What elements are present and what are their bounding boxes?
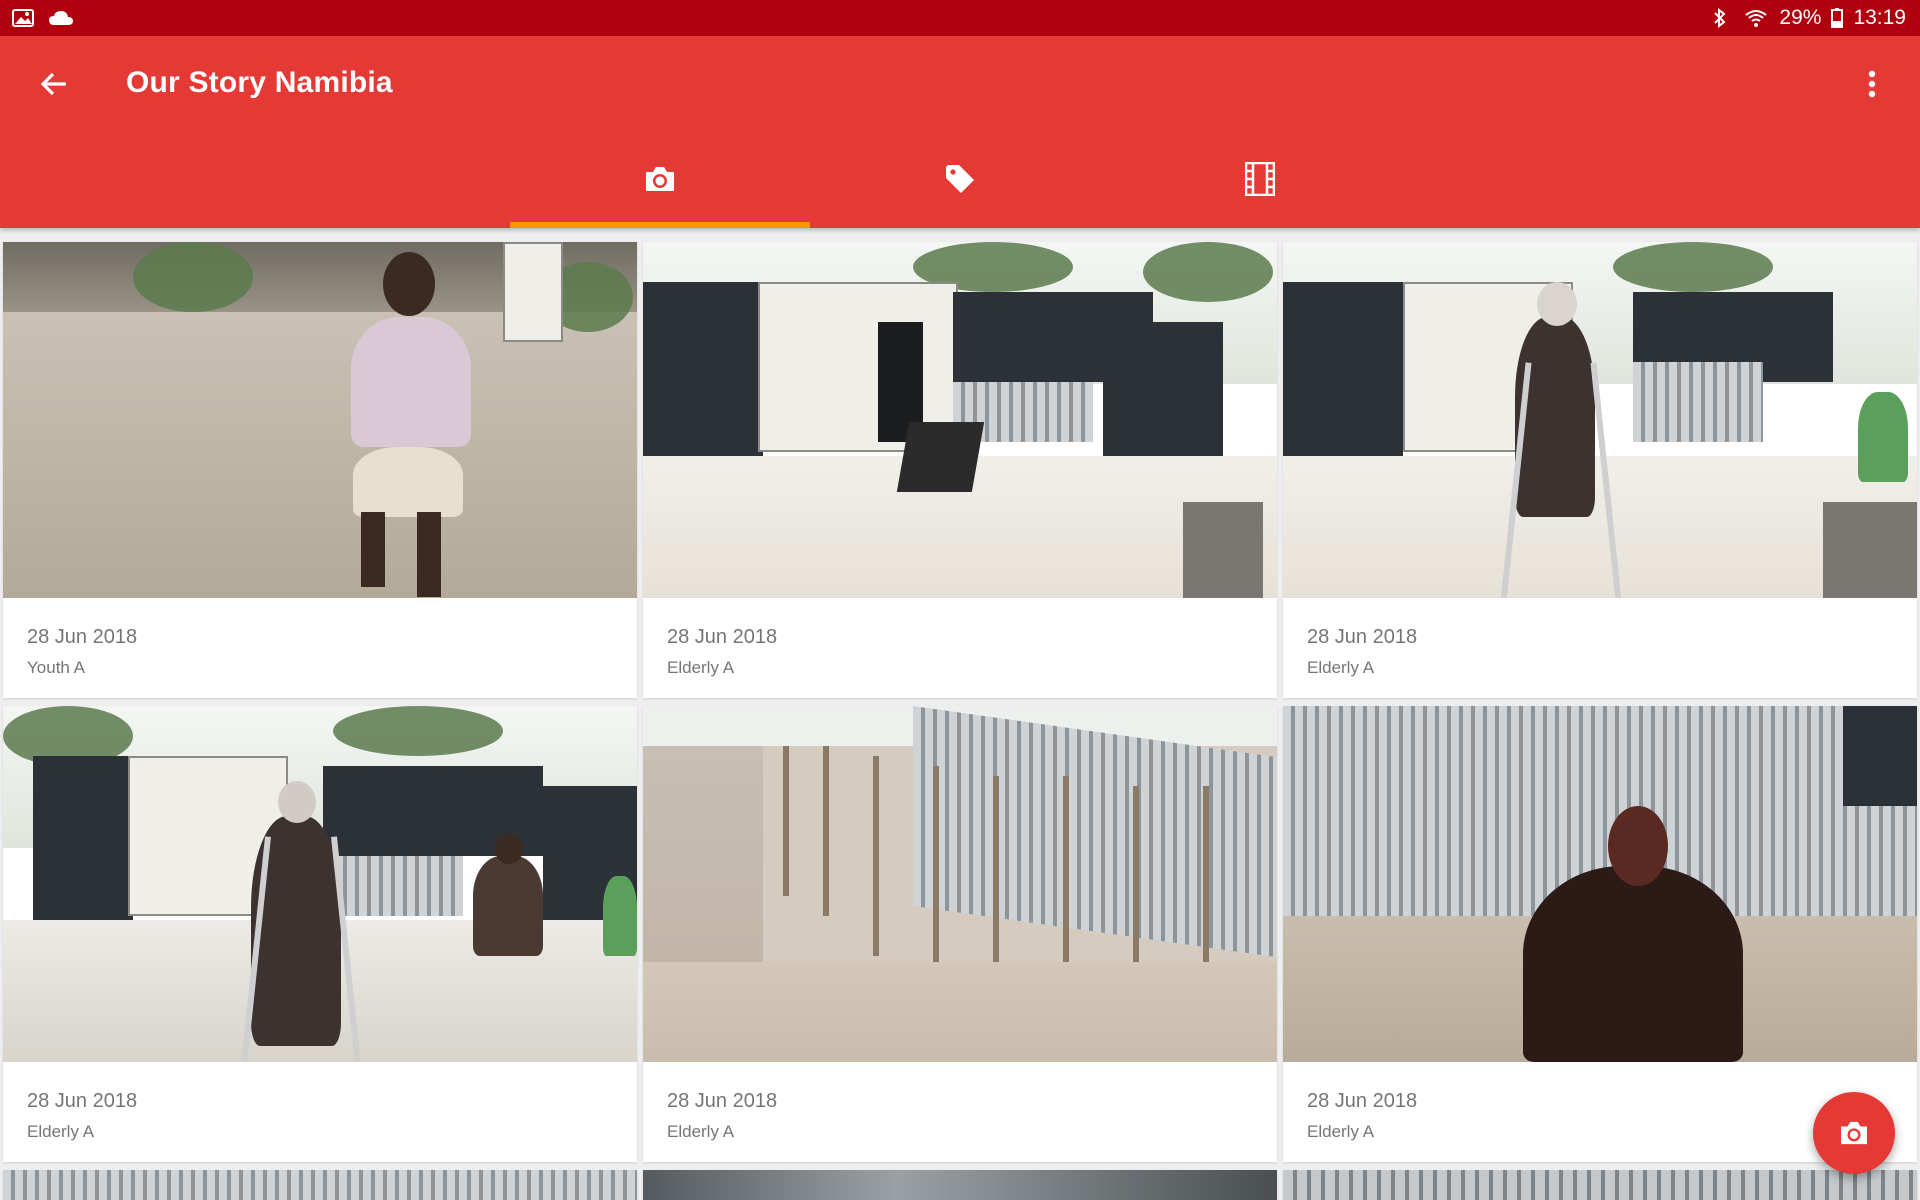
photo-thumbnail (643, 1170, 1277, 1200)
photo-card[interactable]: 28 Jun 2018 Elderly A (1283, 706, 1917, 1162)
tab-bar (510, 130, 1410, 228)
photo-date: 28 Jun 2018 (27, 1090, 138, 1112)
photo-thumbnail (1283, 706, 1917, 1062)
photo-thumbnail (3, 242, 637, 598)
page-title: Our Story Namibia (126, 66, 393, 99)
more-vert-icon (1868, 70, 1876, 98)
tag-icon (946, 165, 974, 193)
bluetooth-icon (1707, 7, 1733, 29)
photo-thumbnail (1283, 1170, 1917, 1200)
photo-card[interactable] (3, 1170, 637, 1200)
more-options-button[interactable] (1848, 60, 1896, 108)
photo-card[interactable]: 28 Jun 2018 Youth A (3, 242, 637, 698)
back-button[interactable] (30, 60, 78, 108)
tab-photos[interactable] (510, 130, 810, 228)
camera-icon (646, 167, 674, 191)
battery-icon (1831, 7, 1844, 29)
photo-thumbnail (3, 1170, 637, 1200)
photo-label: Elderly A (667, 658, 735, 677)
tab-videos[interactable] (1110, 130, 1410, 228)
photo-date: 28 Jun 2018 (667, 1090, 778, 1112)
arrow-back-icon (40, 72, 66, 96)
take-photo-button[interactable] (1813, 1092, 1895, 1174)
status-time: 13:19 (1853, 6, 1906, 29)
photo-card[interactable]: 28 Jun 2018 Elderly A (643, 706, 1277, 1162)
camera-icon (1841, 1121, 1867, 1145)
photo-date: 28 Jun 2018 (1307, 626, 1418, 648)
photo-date: 28 Jun 2018 (1307, 1090, 1418, 1112)
wifi-icon (1743, 7, 1769, 29)
photo-date: 28 Jun 2018 (667, 626, 778, 648)
photo-label: Elderly A (667, 1122, 735, 1141)
photo-thumbnail (643, 706, 1277, 1062)
cloud-icon (48, 7, 74, 29)
photo-card[interactable]: 28 Jun 2018 Elderly A (3, 706, 637, 1162)
photo-label: Youth A (27, 658, 85, 677)
image-icon (10, 7, 36, 29)
status-right: 29% 13:19 (1707, 6, 1906, 30)
photo-date: 28 Jun 2018 (27, 626, 138, 648)
photo-card[interactable]: 28 Jun 2018 Elderly A (643, 242, 1277, 698)
photo-label: Elderly A (27, 1122, 95, 1141)
film-icon (1245, 162, 1275, 196)
photo-label: Elderly A (1307, 658, 1375, 677)
battery-percent: 29% (1779, 6, 1822, 29)
status-left (10, 7, 74, 29)
photo-thumbnail (1283, 242, 1917, 598)
photo-card[interactable] (1283, 1170, 1917, 1200)
photo-card[interactable]: 28 Jun 2018 Elderly A (1283, 242, 1917, 698)
app-bar: Our Story Namibia (0, 36, 1920, 228)
photo-label: Elderly A (1307, 1122, 1375, 1141)
photo-card[interactable] (643, 1170, 1277, 1200)
toolbar: Our Story Namibia (0, 36, 1920, 130)
photo-thumbnail (3, 706, 637, 1062)
tab-tags[interactable] (810, 130, 1110, 228)
status-bar: 29% 13:19 (0, 0, 1920, 36)
photo-grid: 28 Jun 2018 Youth A 28 Jun 2018 Elderly … (0, 228, 1920, 1200)
photo-thumbnail (643, 242, 1277, 598)
